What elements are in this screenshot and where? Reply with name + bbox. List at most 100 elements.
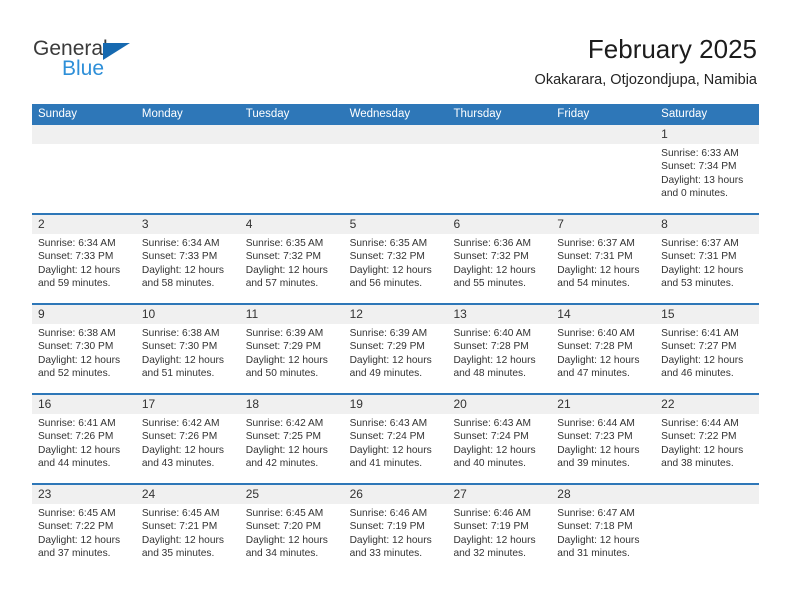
calendar-day-cell[interactable]: 10 Sunrise: 6:38 AM Sunset: 7:30 PM Dayligh… <box>136 305 240 393</box>
calendar-day-cell[interactable]: 18 Sunrise: 6:42 AM Sunset: 7:25 PM Dayligh… <box>240 395 344 483</box>
day-details: Sunrise: 6:44 AM Sunset: 7:22 PM Daylight:… <box>661 417 753 471</box>
day-detail-line: Sunset: 7:34 PM <box>661 161 737 173</box>
day-detail-line: Sunrise: 6:39 AM <box>245 328 324 339</box>
day-detail-line: and 40 minutes. <box>453 458 526 470</box>
calendar-day-cell[interactable]: 21 Sunrise: 6:44 AM Sunset: 7:23 PM Dayligh… <box>551 395 655 483</box>
calendar-day-cell[interactable]: 28 Sunrise: 6:47 AM Sunset: 7:18 PM Dayligh… <box>551 485 655 573</box>
day-number: 14 <box>557 307 571 321</box>
day-detail-line: and 48 minutes. <box>453 368 526 380</box>
day-detail-line: Daylight: 12 hours <box>349 534 432 546</box>
calendar-week-row: 2 Sunrise: 6:34 AM Sunset: 7:33 PM Daylight… <box>32 213 759 303</box>
day-number: 17 <box>141 397 156 411</box>
day-number: 12 <box>349 307 363 321</box>
day-number: 25 <box>245 487 260 501</box>
calendar-day-cell[interactable]: 26 Sunrise: 6:46 AM Sunset: 7:19 PM Dayligh… <box>344 485 448 573</box>
day-details: Sunrise: 6:36 AM Sunset: 7:32 PM Daylight:… <box>453 237 545 291</box>
day-details: Sunrise: 6:38 AM Sunset: 7:30 PM Daylight:… <box>142 327 234 381</box>
weekday-header-friday: Friday <box>557 108 590 120</box>
day-detail-line: Daylight: 12 hours <box>245 444 328 456</box>
day-number: 16 <box>38 397 52 411</box>
calendar-day-cell[interactable]: 15 Sunrise: 6:41 AM Sunset: 7:27 PM Dayligh… <box>655 305 759 393</box>
calendar-day-cell[interactable]: 12 Sunrise: 6:39 AM Sunset: 7:29 PM Dayligh… <box>344 305 448 393</box>
calendar-day-cell-empty <box>447 125 551 213</box>
day-detail-line: Sunrise: 6:40 AM <box>557 328 635 339</box>
day-details: Sunrise: 6:43 AM Sunset: 7:24 PM Daylight:… <box>453 417 545 471</box>
day-detail-line: and 41 minutes. <box>349 458 423 470</box>
day-details: Sunrise: 6:37 AM Sunset: 7:31 PM Daylight:… <box>557 237 649 291</box>
calendar-day-cell[interactable]: 11 Sunrise: 6:39 AM Sunset: 7:29 PM Dayligh… <box>240 305 344 393</box>
calendar-day-cell[interactable]: 6 Sunrise: 6:36 AM Sunset: 7:32 PM Daylight… <box>447 215 551 303</box>
day-details: Sunrise: 6:40 AM Sunset: 7:28 PM Daylight:… <box>453 327 545 381</box>
day-details: Sunrise: 6:33 AM Sunset: 7:34 PM Daylight:… <box>661 147 753 201</box>
calendar-day-cell[interactable]: 19 Sunrise: 6:43 AM Sunset: 7:24 PM Dayligh… <box>344 395 448 483</box>
day-detail-line: Sunset: 7:19 PM <box>349 521 425 533</box>
day-detail-line: and 53 minutes. <box>661 278 734 290</box>
day-detail-line: Daylight: 12 hours <box>245 534 328 546</box>
day-detail-line: and 35 minutes. <box>141 548 215 560</box>
day-number: 20 <box>453 397 467 411</box>
day-number: 15 <box>661 307 675 321</box>
calendar-week-row: 1 Sunrise: 6:33 AM Sunset: 7:34 PM Daylight… <box>32 125 759 213</box>
day-detail-line: Daylight: 12 hours <box>661 444 744 456</box>
calendar-day-cell[interactable]: 22 Sunrise: 6:44 AM Sunset: 7:22 PM Dayligh… <box>655 395 759 483</box>
day-detail-line: and 58 minutes. <box>141 278 215 290</box>
day-number: 3 <box>141 217 149 231</box>
day-detail-line: Daylight: 12 hours <box>245 354 328 366</box>
calendar-day-cell[interactable]: 8 Sunrise: 6:37 AM Sunset: 7:31 PM Daylight… <box>655 215 759 303</box>
calendar-day-cell[interactable]: 3 Sunrise: 6:34 AM Sunset: 7:33 PM Daylight… <box>136 215 240 303</box>
calendar-week-row: 23 Sunrise: 6:45 AM Sunset: 7:22 PM Dayligh… <box>32 483 759 573</box>
calendar-day-cell[interactable]: 7 Sunrise: 6:37 AM Sunset: 7:31 PM Daylight… <box>551 215 655 303</box>
day-detail-line: Sunrise: 6:36 AM <box>453 238 532 249</box>
calendar-day-cell[interactable]: 4 Sunrise: 6:35 AM Sunset: 7:32 PM Daylight… <box>240 215 344 303</box>
day-detail-line: Sunset: 7:32 PM <box>349 251 425 263</box>
day-detail-line: Daylight: 12 hours <box>349 354 432 366</box>
calendar-day-cell[interactable]: 14 Sunrise: 6:40 AM Sunset: 7:28 PM Dayligh… <box>551 305 655 393</box>
calendar-day-cell-empty <box>136 125 240 213</box>
calendar-weeks: 1 Sunrise: 6:33 AM Sunset: 7:34 PM Daylight… <box>32 125 759 573</box>
day-detail-line: and 0 minutes. <box>661 188 728 200</box>
day-detail-line: Sunset: 7:28 PM <box>453 341 529 353</box>
day-number: 5 <box>349 217 357 231</box>
day-details: Sunrise: 6:35 AM Sunset: 7:32 PM Daylight:… <box>350 237 442 291</box>
day-detail-line: Sunrise: 6:44 AM <box>557 418 635 429</box>
day-detail-line: Sunrise: 6:38 AM <box>38 328 116 339</box>
day-number: 7 <box>557 217 564 231</box>
day-detail-line: Sunrise: 6:37 AM <box>661 238 739 249</box>
day-details: Sunrise: 6:37 AM Sunset: 7:31 PM Daylight:… <box>661 237 753 291</box>
day-detail-line: and 39 minutes. <box>557 458 630 470</box>
day-detail-line: Sunrise: 6:45 AM <box>38 508 116 519</box>
day-detail-line: Daylight: 12 hours <box>141 534 224 546</box>
day-number: 8 <box>661 217 668 231</box>
day-number: 9 <box>38 307 45 321</box>
calendar-day-cell[interactable]: 24 Sunrise: 6:45 AM Sunset: 7:21 PM Dayligh… <box>136 485 240 573</box>
day-detail-line: Sunrise: 6:38 AM <box>141 328 220 339</box>
calendar-day-cell[interactable]: 2 Sunrise: 6:34 AM Sunset: 7:33 PM Daylight… <box>32 215 136 303</box>
day-detail-line: and 33 minutes. <box>349 548 423 560</box>
day-number: 10 <box>141 307 156 321</box>
day-detail-line: Sunrise: 6:42 AM <box>141 418 220 429</box>
calendar-day-cell[interactable]: 27 Sunrise: 6:46 AM Sunset: 7:19 PM Dayligh… <box>447 485 551 573</box>
day-detail-line: Sunset: 7:29 PM <box>349 341 425 353</box>
weekday-header-wednesday: Wednesday <box>349 108 411 120</box>
day-detail-line: Sunrise: 6:41 AM <box>38 418 116 429</box>
week-days: 9 Sunrise: 6:38 AM Sunset: 7:30 PM Daylight… <box>32 305 759 393</box>
calendar-day-cell[interactable]: 23 Sunrise: 6:45 AM Sunset: 7:22 PM Dayligh… <box>32 485 136 573</box>
calendar-day-cell[interactable]: 17 Sunrise: 6:42 AM Sunset: 7:26 PM Dayligh… <box>136 395 240 483</box>
calendar-day-cell[interactable]: 25 Sunrise: 6:45 AM Sunset: 7:20 PM Dayligh… <box>240 485 344 573</box>
calendar-day-cell[interactable]: 13 Sunrise: 6:40 AM Sunset: 7:28 PM Dayligh… <box>447 305 551 393</box>
day-detail-line: Sunset: 7:33 PM <box>38 251 114 263</box>
calendar-day-cell[interactable]: 9 Sunrise: 6:38 AM Sunset: 7:30 PM Daylight… <box>32 305 136 393</box>
calendar-day-cell[interactable]: 1 Sunrise: 6:33 AM Sunset: 7:34 PM Daylight… <box>655 125 759 213</box>
day-detail-line: and 57 minutes. <box>245 278 319 290</box>
day-detail-line: Sunset: 7:32 PM <box>245 251 322 263</box>
calendar-day-cell[interactable]: 5 Sunrise: 6:35 AM Sunset: 7:32 PM Daylight… <box>344 215 448 303</box>
day-detail-line: Sunset: 7:29 PM <box>245 341 322 353</box>
day-details: Sunrise: 6:34 AM Sunset: 7:33 PM Daylight:… <box>142 237 234 291</box>
day-detail-line: Sunset: 7:26 PM <box>38 431 114 443</box>
page-subtitle: Okakarara, Otjozondjupa, Namibia <box>534 72 757 88</box>
calendar-day-cell[interactable]: 20 Sunrise: 6:43 AM Sunset: 7:24 PM Dayligh… <box>447 395 551 483</box>
calendar-day-cell-empty <box>344 125 448 213</box>
title-block: February 2025 Okakarara, Otjozondjupa, N… <box>535 33 757 89</box>
calendar-day-cell[interactable]: 16 Sunrise: 6:41 AM Sunset: 7:26 PM Dayligh… <box>32 395 136 483</box>
day-detail-line: Sunrise: 6:43 AM <box>349 418 428 429</box>
